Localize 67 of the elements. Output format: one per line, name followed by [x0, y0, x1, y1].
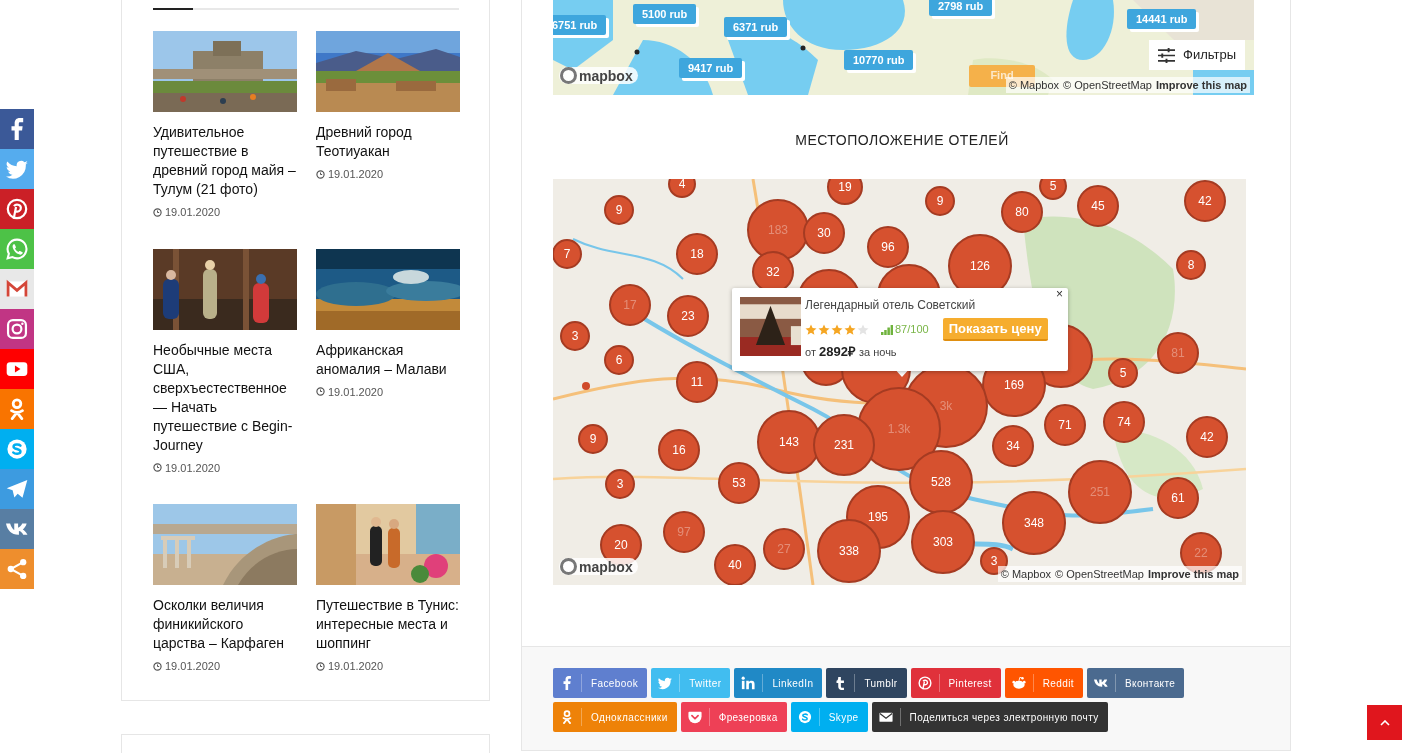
section-title: МЕСТОПОЛОЖЕНИЕ ОТЕЛЕЙ	[794, 130, 1010, 150]
post-title[interactable]: Древний город Теотиуакан	[316, 123, 460, 161]
price-marker[interactable]: 9417 rub	[679, 58, 743, 78]
filters-button[interactable]: Фильтры	[1149, 40, 1245, 70]
mapbox-logo[interactable]: mapbox	[559, 67, 638, 84]
price-marker[interactable]: 14441 rub	[1127, 9, 1197, 29]
share-button[interactable]: Pinterest	[910, 668, 1001, 698]
share-button[interactable]: Поделиться через электронную почту	[871, 702, 1108, 732]
share-button[interactable]: Facebook	[553, 668, 648, 698]
clock-icon	[153, 463, 162, 473]
attribution-link[interactable]: © OpenStreetMap	[1063, 77, 1152, 93]
price-marker[interactable]: 6371 rub	[724, 17, 788, 37]
bird-icon	[658, 676, 673, 690]
post-date: 19.01.2020	[328, 384, 384, 400]
post-date: 19.01.2020	[165, 460, 221, 476]
pinterest-icon	[917, 676, 932, 690]
post-title[interactable]: Африканская аномалия – Малави	[316, 340, 460, 379]
post-title[interactable]: Необычные места США, сверхъестественное — Начать путешествие с Begin-Journey	[153, 340, 297, 455]
share-button[interactable]: Одноклассники	[553, 702, 677, 732]
attribution-link[interactable]: Improve this map	[1155, 77, 1247, 93]
envelope-icon	[6, 278, 28, 300]
share-button[interactable]	[0, 389, 34, 429]
clock-icon	[316, 661, 325, 671]
price-marker[interactable]: 10770 rub	[844, 50, 914, 70]
clock-icon	[316, 387, 325, 397]
share-button[interactable]: Skype	[790, 702, 868, 732]
share-button[interactable]	[0, 269, 34, 309]
skype-icon	[6, 438, 28, 460]
share-button[interactable]	[0, 189, 34, 229]
share-button[interactable]: Tumblr	[826, 668, 907, 698]
post-title[interactable]: Путешествие в Тунис: интересные места и шоппинг	[316, 596, 460, 653]
share-button[interactable]	[0, 109, 34, 149]
reddit-icon	[1011, 676, 1026, 690]
post-date: 19.01.2020	[328, 659, 384, 674]
post-date: 19.01.2020	[165, 205, 221, 220]
post-title[interactable]: Осколки величия финикийского царства – Карфаген	[153, 596, 297, 653]
share-icon	[6, 558, 28, 580]
paper-plane-icon	[6, 478, 28, 500]
skype-icon	[797, 710, 812, 724]
share-button[interactable]	[0, 469, 34, 509]
share-button[interactable]: LinkedIn	[734, 668, 823, 698]
share-button[interactable]	[0, 509, 34, 549]
clock-icon	[153, 661, 162, 671]
sliders-icon	[1158, 46, 1175, 64]
chevron-up-icon	[1379, 719, 1390, 726]
share-button[interactable]: Фрезеровка	[680, 702, 787, 732]
pocket-icon	[687, 710, 702, 724]
pinterest-icon	[6, 198, 28, 220]
share-button[interactable]: Twitter	[651, 668, 731, 698]
share-button[interactable]: Reddit	[1004, 668, 1083, 698]
share-button[interactable]	[0, 349, 34, 389]
post-title[interactable]: Удивительное путешествие в древний город майя – Тулум (21 фото)	[153, 123, 297, 199]
share-button[interactable]	[0, 309, 34, 349]
whatsapp-icon	[6, 238, 28, 260]
price-marker[interactable]: 2798 rub	[929, 0, 993, 16]
linkedin-icon	[741, 676, 756, 690]
bird-icon	[6, 158, 28, 180]
post-date: 19.01.2020	[165, 659, 221, 674]
odnoklassniki-icon	[560, 710, 574, 724]
clock-icon	[153, 207, 162, 217]
price-marker[interactable]: 6751 rub	[553, 15, 607, 35]
price-marker[interactable]: 5100 rub	[633, 4, 697, 24]
instagram-icon	[6, 318, 28, 340]
post-date: 19.01.2020	[328, 167, 384, 182]
envelope-icon	[878, 710, 893, 724]
share-button[interactable]: Вконтакте	[1086, 668, 1185, 698]
clock-icon	[316, 169, 325, 179]
